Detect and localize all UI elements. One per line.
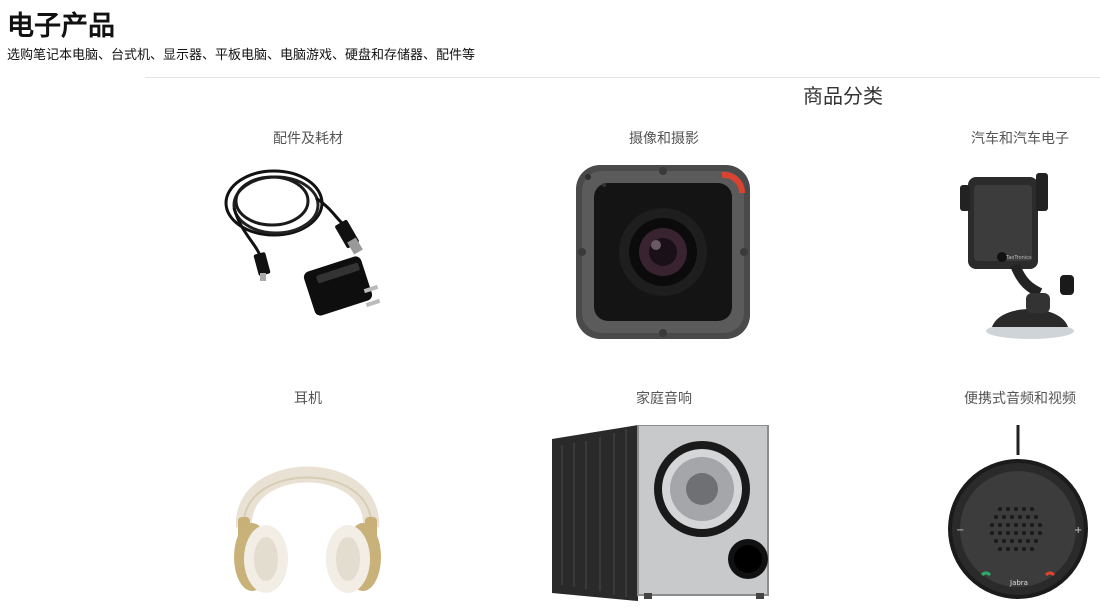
category-tile-portable-audio-video[interactable]: 便携式音频和视频 − + Jabra (920, 387, 1100, 612)
category-tile-car-electronics[interactable]: 汽车和汽车电子 TaoTronics (920, 127, 1100, 342)
header-divider (145, 77, 1100, 78)
svg-text:+: + (1074, 525, 1082, 536)
mount-brand-text: TaoTronics (1005, 255, 1032, 261)
speakerphone-image[interactable]: − + Jabra (940, 425, 1088, 600)
section-heading: 商品分类 (803, 84, 883, 108)
category-label: 汽车和汽车电子 (971, 131, 1069, 147)
category-tile-accessories[interactable]: 配件及耗材 (208, 127, 408, 342)
speaker-brand-text: Jabra (1009, 579, 1028, 587)
action-camera-image[interactable] (574, 163, 752, 341)
category-label: 配件及耗材 (273, 131, 343, 147)
subwoofer-image[interactable] (552, 425, 772, 601)
category-tile-home-audio[interactable]: 家庭音响 (552, 387, 769, 612)
category-label: 家庭音响 (636, 391, 692, 407)
category-tile-headphones[interactable]: 耳机 (208, 387, 408, 612)
page-title: 电子产品 (7, 11, 115, 42)
page-subtitle: 选购笔记本电脑、台式机、显示器、平板电脑、电脑游戏、硬盘和存储器、配件等 (7, 48, 476, 63)
car-phone-mount-image[interactable]: TaoTronics (960, 163, 1085, 341)
headphones-image[interactable] (230, 427, 385, 595)
electronics-page: 电子产品 选购笔记本电脑、台式机、显示器、平板电脑、电脑游戏、硬盘和存储器、配件… (0, 0, 1100, 612)
category-label: 便携式音频和视频 (964, 391, 1076, 407)
category-label: 耳机 (294, 391, 322, 407)
svg-text:−: − (956, 525, 964, 536)
category-label: 摄像和摄影 (629, 131, 699, 147)
charger-cable-image[interactable] (216, 163, 394, 341)
category-tile-camera[interactable]: 摄像和摄影 (564, 127, 764, 342)
